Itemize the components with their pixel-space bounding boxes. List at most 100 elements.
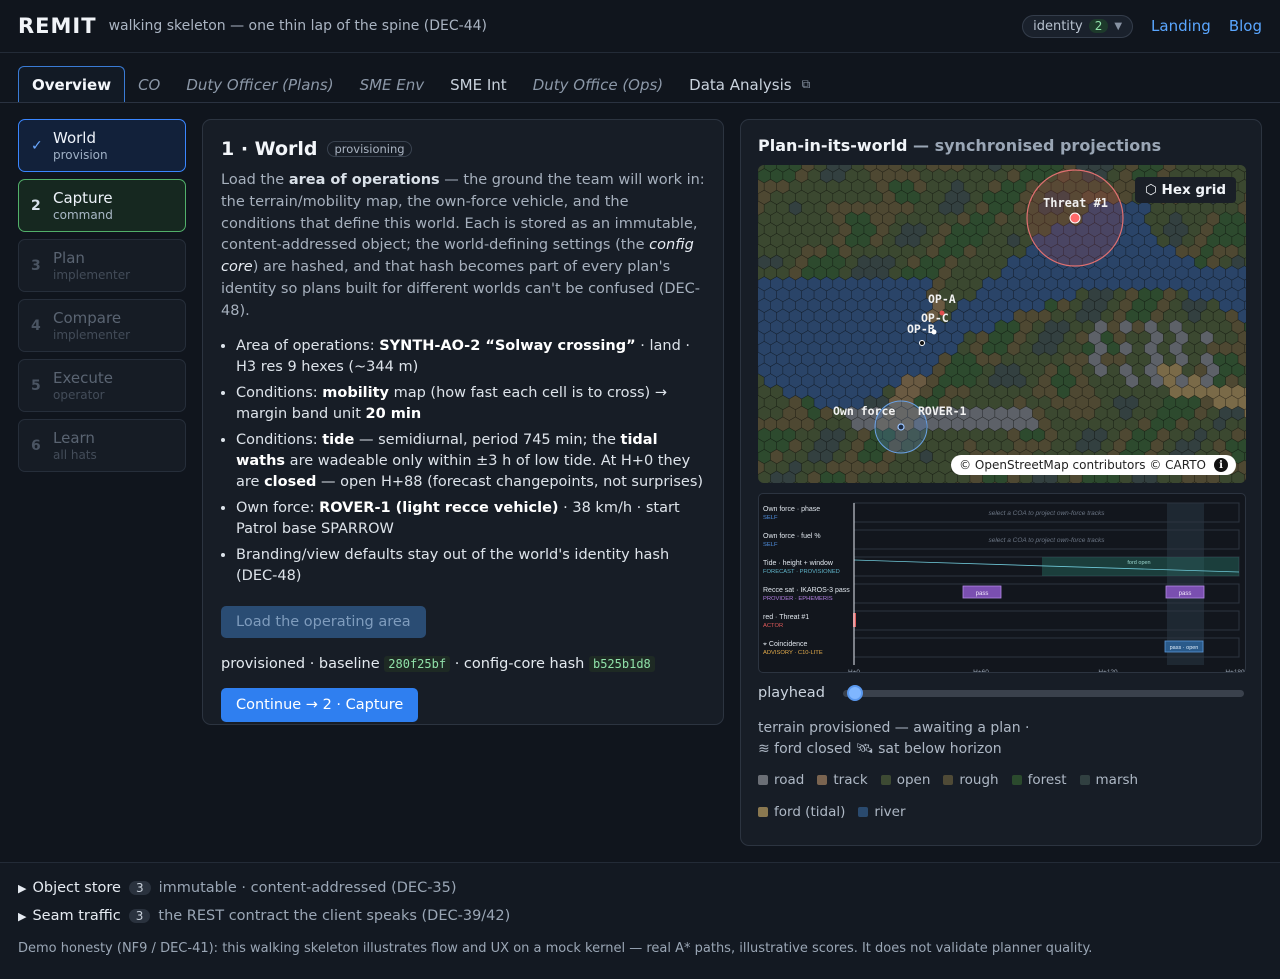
step-learn: 6 Learn all hats bbox=[18, 419, 186, 472]
panel-title: Plan-in-its-world — synchronised project… bbox=[758, 136, 1162, 155]
step-subtitle: provision bbox=[53, 148, 108, 162]
row-tag: ADVISORY · C10-LITE bbox=[763, 650, 823, 656]
disclosure-triangle-icon: ▶ bbox=[18, 909, 27, 923]
tick-label: H+180 bbox=[1225, 669, 1245, 672]
step-subtitle: operator bbox=[53, 388, 105, 402]
identity-label: identity bbox=[1033, 18, 1083, 34]
rover-label: ROVER-1 bbox=[918, 404, 967, 418]
own-force-label: Own force bbox=[833, 404, 895, 418]
step-subtitle: command bbox=[53, 208, 113, 222]
provisioned-status: provisioned · baseline 280f25bf · config… bbox=[221, 655, 705, 672]
legend-swatch bbox=[880, 775, 891, 785]
step-title: Capture bbox=[53, 189, 113, 207]
landing-link[interactable]: Landing bbox=[1151, 17, 1211, 35]
tab-co[interactable]: CO bbox=[125, 67, 173, 102]
identity-dropdown[interactable]: identity 2 ▼ bbox=[1022, 14, 1134, 38]
plan-in-world-panel: Plan-in-its-world — synchronised project… bbox=[740, 119, 1262, 846]
step-world[interactable]: ✓ World provision bbox=[18, 119, 186, 172]
row-name: red · Threat #1 bbox=[763, 614, 809, 621]
info-icon[interactable]: i bbox=[1214, 458, 1228, 472]
config-core-hash: b525b1d8 bbox=[588, 655, 655, 672]
terrain-legend: road track open rough forest marsh ford (tidal… bbox=[758, 769, 1208, 823]
list-item: Conditions: tide — semidiurnal, period 7… bbox=[236, 430, 705, 493]
external-link-icon: ⧉ bbox=[801, 77, 811, 91]
world-details-list: Area of operations: SYNTH-AO-2 “Solway c… bbox=[221, 336, 705, 587]
step-title: Learn bbox=[53, 429, 95, 447]
step-execute: 5 Execute operator bbox=[18, 359, 186, 412]
legend-item: marsh bbox=[1079, 769, 1138, 791]
step-plan: 3 Plan implementer bbox=[18, 239, 186, 292]
blog-link[interactable]: Blog bbox=[1229, 17, 1262, 35]
legend-item: rough bbox=[943, 769, 999, 791]
tab-overview[interactable]: Overview bbox=[18, 66, 126, 102]
step-number: 2 bbox=[31, 197, 41, 214]
row-note: ford open bbox=[1127, 560, 1150, 566]
step-title: Execute bbox=[53, 369, 113, 387]
continue-capture-button[interactable]: Continue → 2 · Capture bbox=[221, 687, 419, 722]
legend-swatch bbox=[943, 775, 954, 785]
hex-grid-toggle[interactable]: ⬡ Hex grid bbox=[1135, 177, 1236, 203]
threat-label: Threat #1 bbox=[1043, 196, 1108, 210]
terrain-map[interactable]: Threat #1 OP-A OP-C OP-B Own force ROVER… bbox=[758, 165, 1246, 483]
legend-item: road bbox=[758, 769, 804, 791]
step-subtitle: implementer bbox=[53, 328, 131, 342]
tab-duty-office-ops[interactable]: Duty Office (Ops) bbox=[520, 67, 676, 102]
row-name: ⌖ Coincidence bbox=[763, 641, 808, 648]
playhead-control: playhead bbox=[758, 684, 1244, 701]
legend-swatch bbox=[817, 775, 828, 785]
own-force-marker[interactable] bbox=[897, 423, 905, 431]
slider-handle[interactable] bbox=[846, 684, 863, 701]
demo-honesty-note: Demo honesty (NF9 / DEC-41): this walkin… bbox=[18, 941, 1093, 956]
row-tag: FORECAST · PROVISIONED bbox=[763, 569, 840, 575]
sat-pass-label: pass bbox=[976, 591, 989, 597]
sat-pass-label: pass bbox=[1179, 591, 1192, 597]
tab-sme-env[interactable]: SME Env bbox=[347, 67, 438, 102]
app-subtitle: walking skeleton — one thin lap of the s… bbox=[108, 18, 487, 34]
disclosure-triangle-icon: ▶ bbox=[18, 881, 27, 895]
op-b-marker[interactable] bbox=[919, 340, 925, 346]
step-number: 3 bbox=[31, 257, 41, 274]
step-title: Compare bbox=[53, 309, 122, 327]
tab-data-analysis[interactable]: Data Analysis ⧉ bbox=[676, 67, 823, 102]
map-overlays: Threat #1 OP-A OP-C OP-B Own force ROVER… bbox=[833, 169, 1124, 454]
step-rail: ✓ World provision 2 Capture command 3 Plan… bbox=[18, 119, 186, 479]
step-title: World bbox=[53, 129, 96, 147]
world-panel: 1 · World provisioning Load the area of … bbox=[202, 119, 724, 725]
status-text: terrain provisioned — awaiting a plan · … bbox=[758, 720, 1030, 757]
step-number: 6 bbox=[31, 437, 41, 454]
playhead-slider[interactable] bbox=[842, 684, 1244, 701]
tick-label: H+60 bbox=[973, 669, 989, 672]
step-number: 5 bbox=[31, 377, 41, 394]
legend-swatch bbox=[1079, 775, 1090, 785]
legend-item: ford (tidal) bbox=[758, 801, 845, 823]
op-a-label: OP-A bbox=[928, 292, 956, 306]
map-attribution: © OpenStreetMap contributors © CARTO i bbox=[951, 455, 1236, 475]
list-item: Conditions: mobility map (how fast each … bbox=[236, 383, 705, 425]
legend-item: open bbox=[880, 769, 930, 791]
legend-item: river bbox=[858, 801, 906, 823]
step-capture[interactable]: 2 Capture command bbox=[18, 179, 186, 232]
role-tabs: Overview CO Duty Officer (Plans) SME Env… bbox=[0, 54, 1280, 103]
count-badge: 3 bbox=[128, 909, 151, 923]
step-subtitle: all hats bbox=[53, 448, 97, 462]
legend-item: forest bbox=[1011, 769, 1067, 791]
op-a-marker[interactable] bbox=[931, 329, 937, 335]
load-operating-area-button[interactable]: Load the operating area bbox=[221, 605, 426, 638]
timeline-chart: Own force · phase SELF select a COA to pro… bbox=[763, 502, 1245, 676]
row-tag: ACTOR bbox=[763, 623, 783, 629]
footer: ▶ Object store 3 immutable · content-add… bbox=[0, 862, 1280, 979]
tab-data-analysis-label: Data Analysis bbox=[689, 75, 792, 94]
row-name: Own force · fuel % bbox=[763, 533, 821, 540]
legend-item: track bbox=[817, 769, 868, 791]
object-store-toggle[interactable]: ▶ Object store 3 immutable · content-add… bbox=[18, 874, 1280, 902]
op-c-marker[interactable] bbox=[939, 310, 945, 316]
seam-traffic-toggle[interactable]: ▶ Seam traffic 3 the REST contract the c… bbox=[18, 902, 1280, 930]
tab-duty-officer-plans[interactable]: Duty Officer (Plans) bbox=[173, 67, 346, 102]
tab-sme-int[interactable]: SME Int bbox=[437, 67, 520, 102]
check-icon: ✓ bbox=[31, 137, 43, 154]
legend-swatch bbox=[758, 775, 768, 785]
identity-count-badge: 2 bbox=[1088, 19, 1109, 33]
threat-marker[interactable] bbox=[1069, 212, 1081, 224]
count-badge: 3 bbox=[128, 881, 151, 895]
row-tag: SELF bbox=[763, 542, 778, 548]
